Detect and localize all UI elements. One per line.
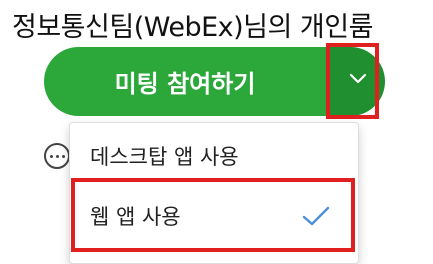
menu-item-desktop-app[interactable]: 데스크탑 앱 사용 <box>70 127 358 185</box>
join-meeting-split-button: 미팅 참여하기 <box>44 47 385 116</box>
room-title: 정보통신팀(WebEx)님의 개인룸 <box>12 12 373 43</box>
checkmark-icon <box>302 206 330 226</box>
join-options-menu: 데스크탑 앱 사용 웹 앱 사용 <box>69 122 359 264</box>
chevron-down-icon <box>349 73 367 84</box>
more-options-icon[interactable] <box>44 143 70 169</box>
menu-item-web-app[interactable]: 웹 앱 사용 <box>70 187 358 245</box>
menu-item-label: 웹 앱 사용 <box>90 205 181 229</box>
menu-item-label: 데스크탑 앱 사용 <box>90 145 239 169</box>
join-meeting-button[interactable]: 미팅 참여하기 <box>44 47 326 116</box>
join-options-dropdown-button[interactable] <box>328 47 385 116</box>
